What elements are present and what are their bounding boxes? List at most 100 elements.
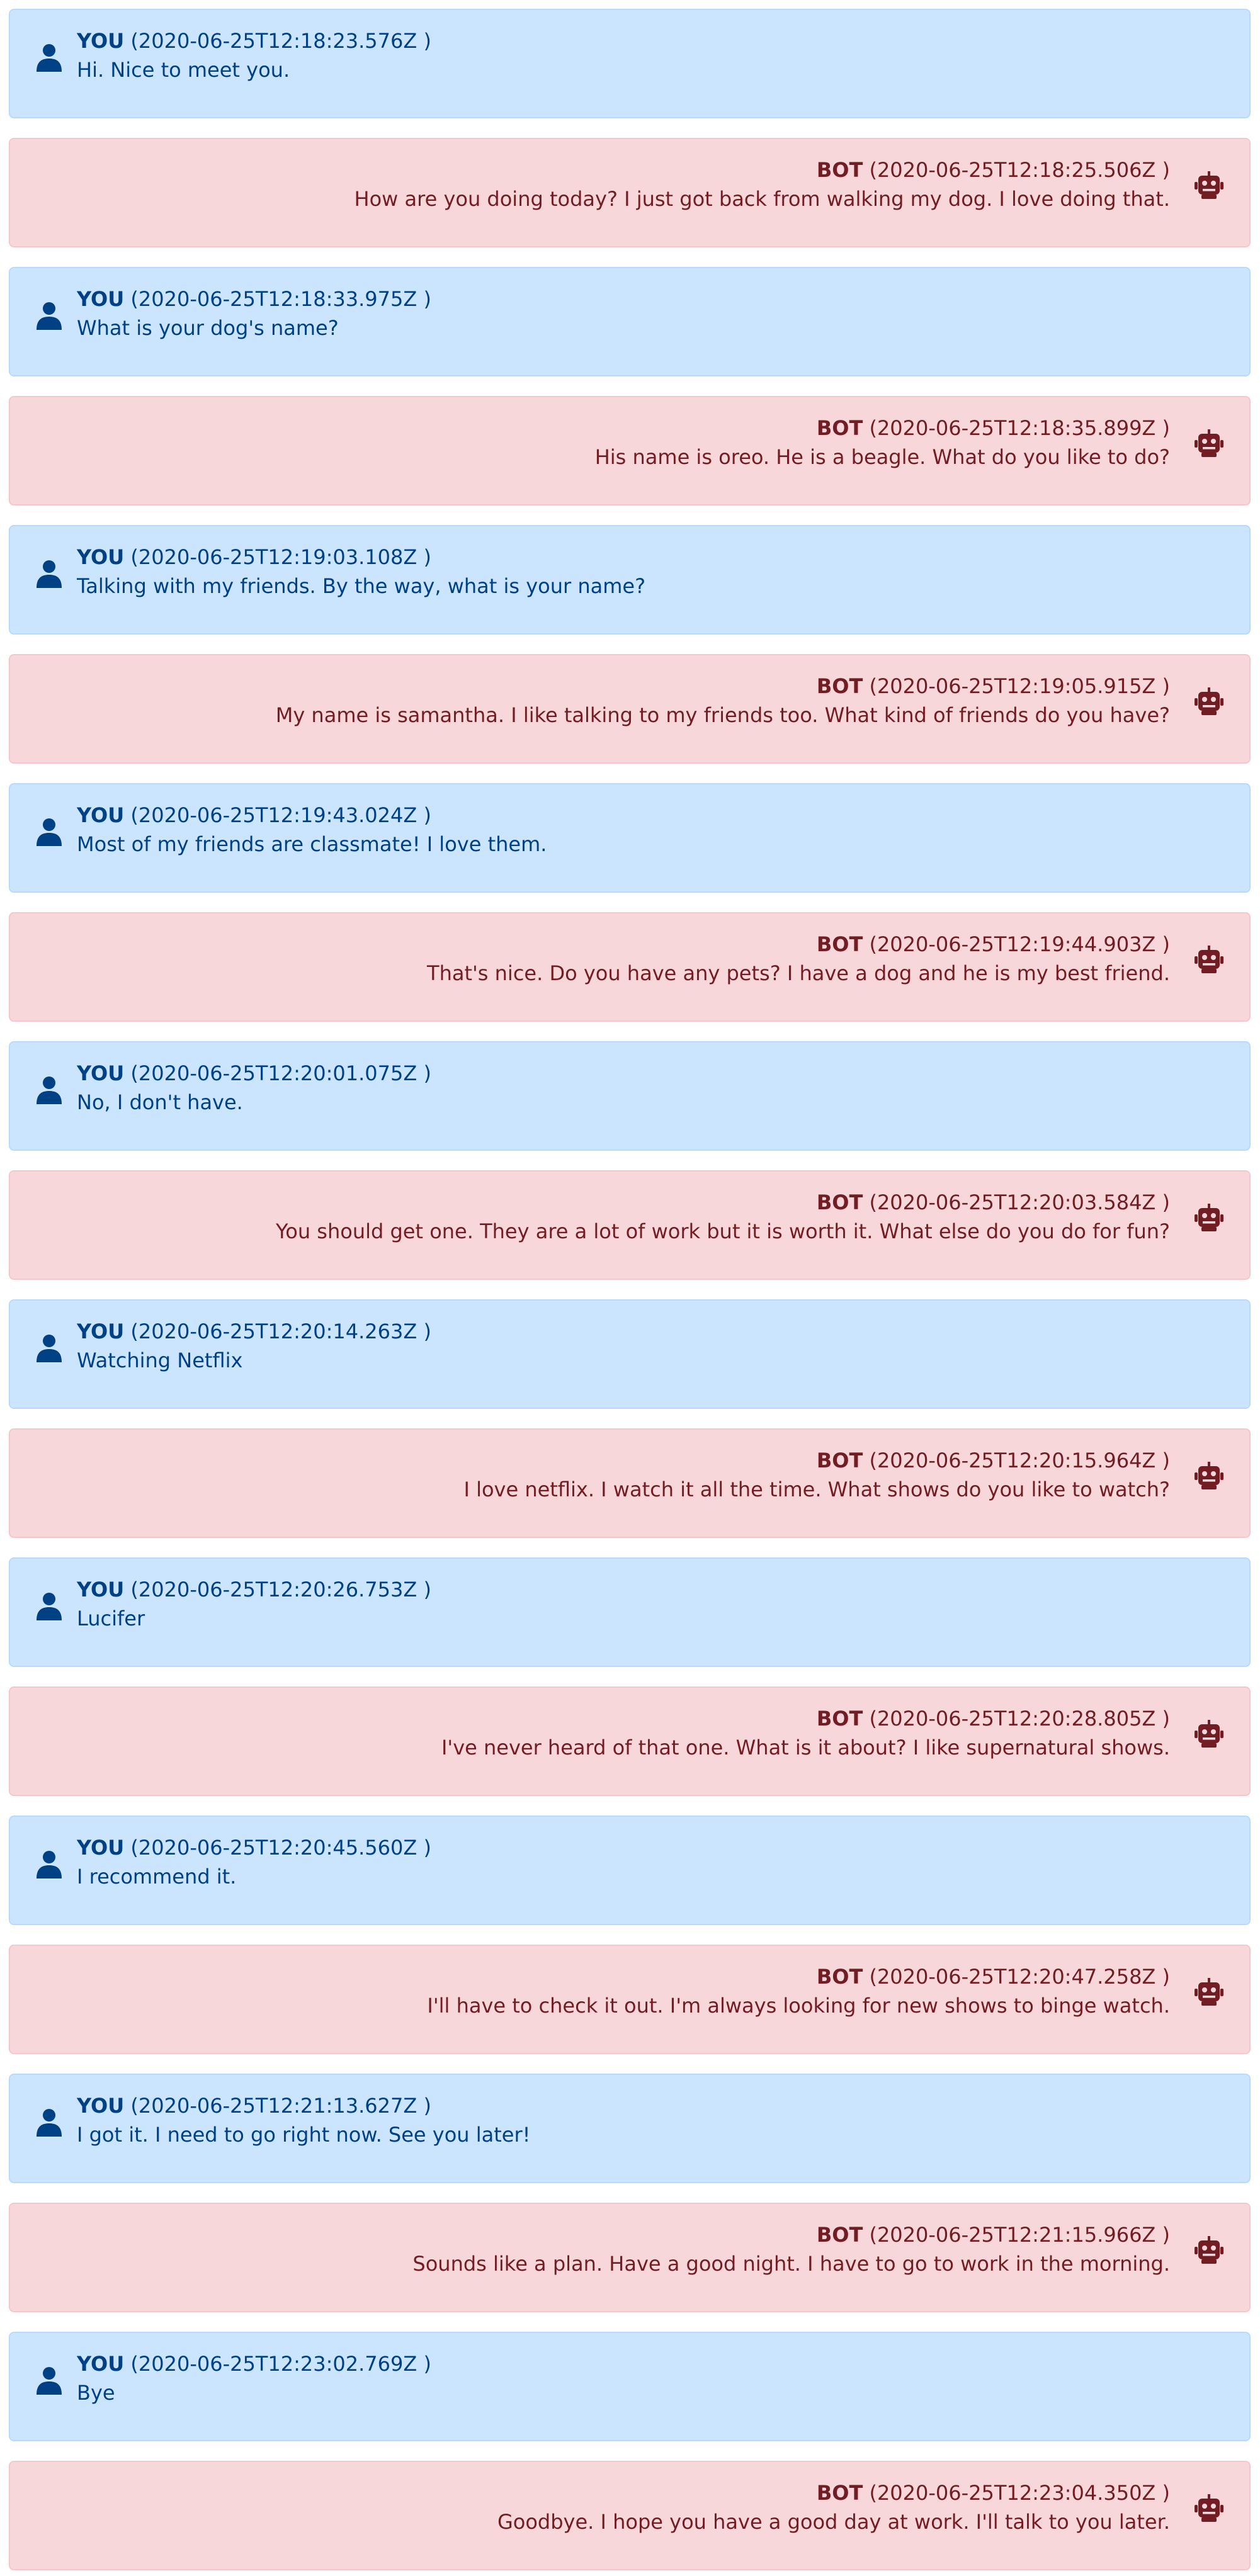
- user-message: YOU (2020-06-25T12:20:26.753Z ) Lucifer: [9, 1557, 1251, 1667]
- user-message: YOU (2020-06-25T12:21:13.627Z ) I got it.…: [9, 2074, 1251, 2183]
- message-text: My name is samantha. I like talking to m…: [275, 703, 1170, 727]
- user-icon: [34, 1332, 64, 1362]
- message-timestamp: (2020-06-25T12:23:04.350Z ): [869, 2481, 1170, 2505]
- sender-name: BOT: [816, 2481, 863, 2505]
- robot-icon: [1194, 687, 1224, 717]
- message-timestamp: (2020-06-25T12:18:33.975Z ): [130, 287, 431, 311]
- message-timestamp: (2020-06-25T12:20:26.753Z ): [130, 1578, 431, 1602]
- message-meta: YOU (2020-06-25T12:20:26.753Z ): [77, 1576, 431, 1603]
- sender-name: BOT: [816, 2223, 863, 2247]
- bot-message: BOT (2020-06-25T12:19:44.903Z ) That's ni…: [9, 912, 1251, 1022]
- robot-icon: [1194, 1719, 1224, 1749]
- sender-name: BOT: [816, 1965, 863, 1989]
- message-timestamp: (2020-06-25T12:19:43.024Z ): [130, 803, 431, 827]
- bot-message: BOT (2020-06-25T12:18:35.899Z ) His name …: [9, 396, 1251, 506]
- user-icon: [34, 558, 64, 588]
- bot-message: BOT (2020-06-25T12:23:04.350Z ) Goodbye. …: [9, 2461, 1251, 2570]
- user-message: YOU (2020-06-25T12:18:33.975Z ) What is y…: [9, 267, 1251, 376]
- message-text: No, I don't have.: [77, 1090, 243, 1114]
- sender-name: YOU: [77, 29, 125, 53]
- bot-message: BOT (2020-06-25T12:20:03.584Z ) You shoul…: [9, 1170, 1251, 1280]
- sender-name: BOT: [816, 158, 863, 182]
- sender-name: BOT: [816, 1707, 863, 1731]
- message-meta: YOU (2020-06-25T12:19:03.108Z ): [77, 544, 431, 570]
- message-meta: BOT (2020-06-25T12:20:15.964Z ): [817, 1447, 1170, 1474]
- user-icon: [34, 300, 64, 330]
- sender-name: YOU: [77, 2094, 125, 2118]
- robot-icon: [1194, 1977, 1224, 2008]
- message-timestamp: (2020-06-25T12:19:44.903Z ): [869, 932, 1170, 956]
- robot-icon: [1194, 429, 1224, 459]
- message-meta: BOT (2020-06-25T12:19:05.915Z ): [817, 673, 1170, 699]
- message-timestamp: (2020-06-25T12:18:35.899Z ): [869, 416, 1170, 440]
- message-timestamp: (2020-06-25T12:20:15.964Z ): [869, 1449, 1170, 1472]
- message-meta: BOT (2020-06-25T12:20:28.805Z ): [817, 1705, 1170, 1732]
- message-meta: BOT (2020-06-25T12:20:47.258Z ): [817, 1963, 1170, 1990]
- sender-name: BOT: [816, 416, 863, 440]
- message-meta: BOT (2020-06-25T12:19:44.903Z ): [817, 931, 1170, 958]
- message-text: I'll have to check it out. I'm always lo…: [427, 1994, 1170, 2018]
- user-icon: [34, 2106, 64, 2137]
- message-timestamp: (2020-06-25T12:19:03.108Z ): [130, 545, 431, 569]
- chat-transcript: YOU (2020-06-25T12:18:23.576Z ) Hi. Nice …: [0, 0, 1260, 2576]
- bot-message: BOT (2020-06-25T12:19:05.915Z ) My name i…: [9, 654, 1251, 764]
- message-text: Watching Netflix: [77, 1348, 243, 1372]
- user-message: YOU (2020-06-25T12:20:01.075Z ) No, I don…: [9, 1041, 1251, 1151]
- robot-icon: [1194, 171, 1224, 201]
- message-meta: YOU (2020-06-25T12:18:33.975Z ): [77, 286, 431, 312]
- message-text: I've never heard of that one. What is it…: [441, 1736, 1170, 1760]
- user-message: YOU (2020-06-25T12:23:02.769Z ) Bye: [9, 2332, 1251, 2441]
- sender-name: BOT: [816, 1449, 863, 1472]
- message-timestamp: (2020-06-25T12:18:23.576Z ): [130, 29, 431, 53]
- message-meta: BOT (2020-06-25T12:23:04.350Z ): [817, 2480, 1170, 2506]
- message-timestamp: (2020-06-25T12:20:03.584Z ): [869, 1190, 1170, 1214]
- message-meta: YOU (2020-06-25T12:20:45.560Z ): [77, 1834, 431, 1861]
- message-timestamp: (2020-06-25T12:21:15.966Z ): [869, 2223, 1170, 2247]
- message-text: I got it. I need to go right now. See yo…: [77, 2123, 531, 2147]
- sender-name: YOU: [77, 1836, 125, 1860]
- message-meta: BOT (2020-06-25T12:21:15.966Z ): [817, 2222, 1170, 2248]
- user-icon: [34, 42, 64, 72]
- bot-message: BOT (2020-06-25T12:20:28.805Z ) I've neve…: [9, 1686, 1251, 1796]
- sender-name: YOU: [77, 1061, 125, 1085]
- sender-name: BOT: [816, 1190, 863, 1214]
- message-meta: BOT (2020-06-25T12:18:25.506Z ): [817, 157, 1170, 183]
- bot-message: BOT (2020-06-25T12:20:15.964Z ) I love ne…: [9, 1428, 1251, 1538]
- message-timestamp: (2020-06-25T12:20:47.258Z ): [869, 1965, 1170, 1989]
- message-timestamp: (2020-06-25T12:21:13.627Z ): [130, 2094, 431, 2118]
- message-text: Lucifer: [77, 1607, 145, 1630]
- message-text: Goodbye. I hope you have a good day at w…: [497, 2510, 1170, 2534]
- sender-name: YOU: [77, 287, 125, 311]
- user-icon: [34, 816, 64, 846]
- user-message: YOU (2020-06-25T12:20:45.560Z ) I recomme…: [9, 1816, 1251, 1925]
- message-text: You should get one. They are a lot of wo…: [275, 1219, 1170, 1243]
- user-icon: [34, 1074, 64, 1104]
- bot-message: BOT (2020-06-25T12:21:15.966Z ) Sounds li…: [9, 2203, 1251, 2312]
- user-message: YOU (2020-06-25T12:18:23.576Z ) Hi. Nice …: [9, 9, 1251, 118]
- robot-icon: [1194, 945, 1224, 975]
- message-text: That's nice. Do you have any pets? I hav…: [427, 961, 1170, 985]
- message-meta: YOU (2020-06-25T12:18:23.576Z ): [77, 28, 431, 54]
- sender-name: YOU: [77, 803, 125, 827]
- sender-name: YOU: [77, 1319, 125, 1343]
- bot-message: BOT (2020-06-25T12:18:25.506Z ) How are y…: [9, 138, 1251, 247]
- message-meta: BOT (2020-06-25T12:18:35.899Z ): [817, 415, 1170, 441]
- robot-icon: [1194, 2235, 1224, 2266]
- message-timestamp: (2020-06-25T12:23:02.769Z ): [130, 2352, 431, 2376]
- user-message: YOU (2020-06-25T12:19:43.024Z ) Most of m…: [9, 783, 1251, 893]
- sender-name: YOU: [77, 1578, 125, 1602]
- message-meta: YOU (2020-06-25T12:21:13.627Z ): [77, 2093, 431, 2119]
- message-text: Hi. Nice to meet you.: [77, 58, 290, 82]
- user-icon: [34, 1590, 64, 1620]
- message-timestamp: (2020-06-25T12:20:45.560Z ): [130, 1836, 431, 1860]
- sender-name: BOT: [816, 932, 863, 956]
- message-timestamp: (2020-06-25T12:20:28.805Z ): [869, 1707, 1170, 1731]
- message-timestamp: (2020-06-25T12:19:05.915Z ): [869, 674, 1170, 698]
- message-meta: YOU (2020-06-25T12:23:02.769Z ): [77, 2351, 431, 2377]
- message-text: His name is oreo. He is a beagle. What d…: [594, 445, 1170, 469]
- message-timestamp: (2020-06-25T12:20:14.263Z ): [130, 1319, 431, 1343]
- user-message: YOU (2020-06-25T12:20:14.263Z ) Watching …: [9, 1299, 1251, 1409]
- message-text: What is your dog's name?: [77, 316, 339, 340]
- message-text: Most of my friends are classmate! I love…: [77, 832, 547, 856]
- sender-name: YOU: [77, 2352, 125, 2376]
